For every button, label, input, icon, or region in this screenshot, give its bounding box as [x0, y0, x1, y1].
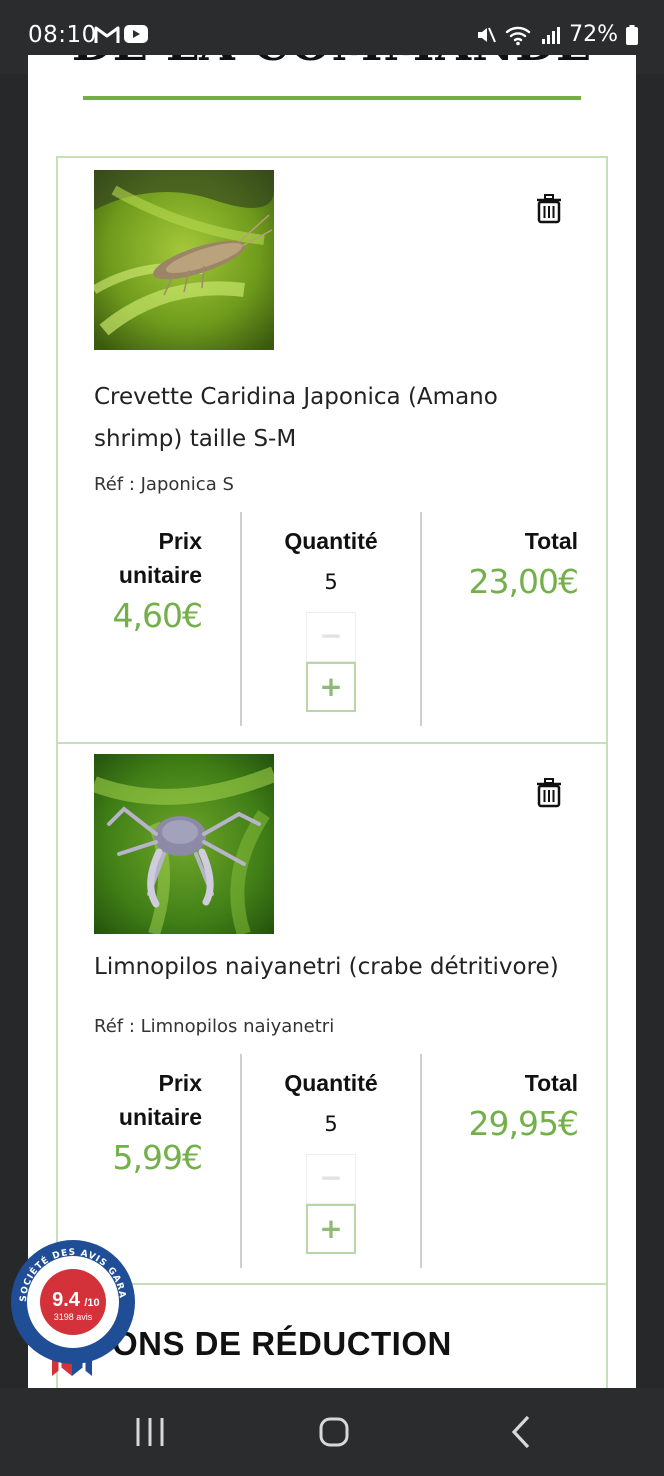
product-name[interactable]: Crevette Caridina Japonica (Amano shrimp… [94, 376, 574, 460]
minus-icon: − [319, 1161, 343, 1194]
cart-item: Limnopilos naiyanetri (crabe détritivore… [58, 742, 606, 1285]
trash-icon[interactable] [536, 194, 562, 224]
line-total: 23,00€ [468, 562, 579, 601]
page-heading: DE LA COMMANDE [28, 55, 636, 71]
recent-apps-icon[interactable] [130, 1412, 170, 1452]
page-content: DE LA COMMANDE [28, 55, 636, 1389]
unit-price-header: Prix unitaire [82, 524, 202, 592]
quantity-header: Quantité [284, 528, 378, 554]
reviews-badge[interactable]: SOCIÉTÉ DES AVIS GARANTIS 9.4 /10 3198 a… [4, 1233, 138, 1380]
battery-icon [626, 24, 638, 45]
battery-percent: 72% [569, 22, 618, 47]
plus-icon: + [319, 1212, 343, 1245]
youtube-icon [124, 25, 148, 43]
wifi-icon [505, 26, 531, 45]
badge-score: 9.4 [52, 1289, 81, 1311]
badge-reviews: 3198 avis [54, 1312, 93, 1322]
product-name[interactable]: Limnopilos naiyanetri (crabe détritivore… [94, 946, 574, 988]
column-divider [420, 512, 422, 726]
unit-price-header-line2: unitaire [118, 562, 202, 588]
price-grid: Prix unitaire Quantité Total 5,99€ 5 − +… [58, 1054, 606, 1268]
coupons-heading: ONS DE RÉDUCTION [112, 1325, 452, 1362]
unit-price: 5,99€ [112, 1138, 203, 1177]
unit-price-header-line2: unitaire [118, 1104, 202, 1130]
home-icon[interactable] [314, 1412, 354, 1452]
back-icon[interactable] [502, 1412, 542, 1452]
product-ref: Réf : Limnopilos naiyanetri [94, 1016, 335, 1037]
quantity-decrease-button[interactable]: − [306, 1154, 356, 1204]
product-image-crab[interactable] [94, 754, 274, 934]
quantity-header: Quantité [284, 1070, 378, 1096]
gmail-icon [94, 26, 120, 43]
line-total: 29,95€ [468, 1104, 579, 1143]
quantity-value: 5 [324, 570, 338, 594]
quantity-increase-button[interactable]: + [306, 1204, 356, 1254]
plus-icon: + [319, 670, 343, 703]
trash-icon[interactable] [536, 778, 562, 808]
mute-icon [478, 27, 497, 42]
unit-price-header: Prix unitaire [82, 1066, 202, 1134]
unit-price-header-line1: Prix [158, 1070, 202, 1096]
status-time: 08:10 [28, 22, 97, 48]
minus-icon: − [319, 619, 343, 652]
product-ref: Réf : Japonica S [94, 474, 234, 495]
cart-item: Crevette Caridina Japonica (Amano shrimp… [58, 158, 606, 744]
product-image-shrimp[interactable] [94, 170, 274, 350]
price-grid: Prix unitaire Quantité Total 4,60€ 5 − +… [58, 512, 606, 726]
android-nav-bar [0, 1388, 664, 1476]
unit-price: 4,60€ [112, 596, 203, 635]
quantity-increase-button[interactable]: + [306, 662, 356, 712]
unit-price-header-line1: Prix [158, 528, 202, 554]
cart-list: Crevette Caridina Japonica (Amano shrimp… [56, 156, 608, 1389]
column-divider [420, 1054, 422, 1268]
quantity-decrease-button[interactable]: − [306, 612, 356, 662]
heading-underline [83, 96, 581, 100]
quantity-value: 5 [324, 1112, 338, 1136]
total-header: Total [524, 1070, 578, 1096]
total-header: Total [524, 528, 578, 554]
signal-icon [542, 26, 561, 44]
badge-scale: /10 [84, 1297, 99, 1309]
